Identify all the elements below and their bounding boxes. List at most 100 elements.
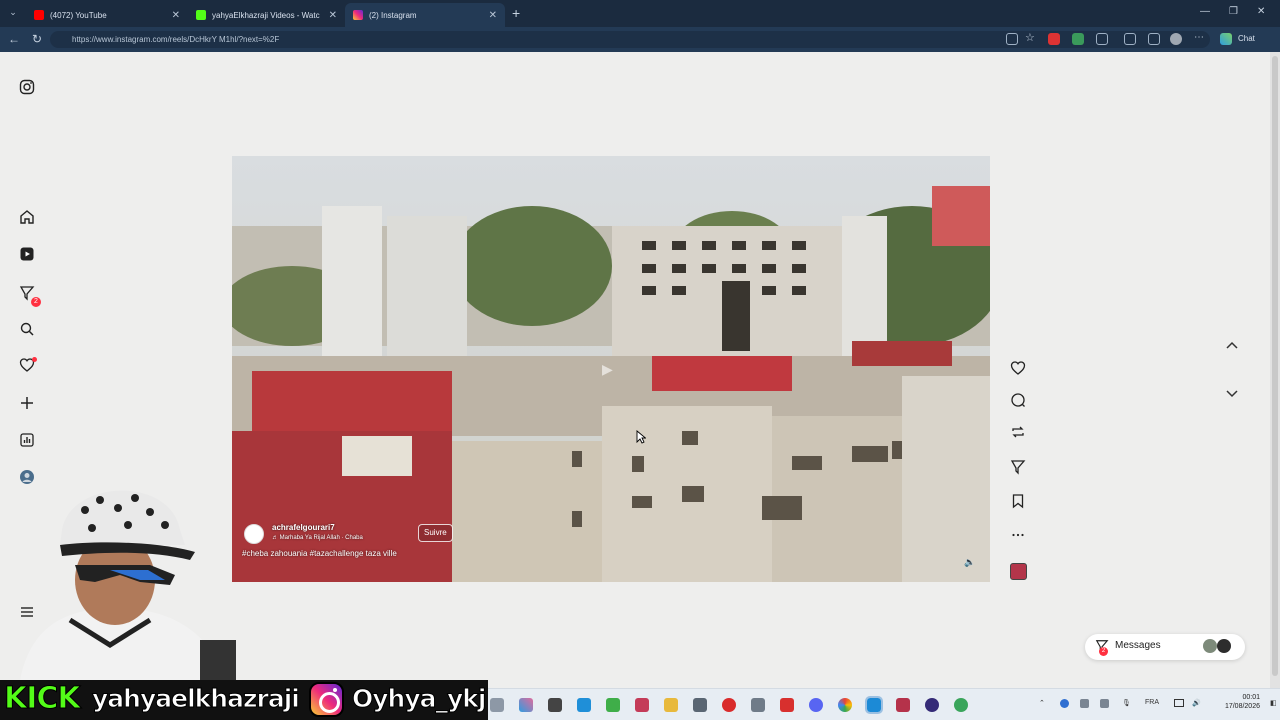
creator-username[interactable]: achrafelgourari7 (272, 523, 335, 532)
instagram-icon (353, 10, 363, 20)
mouse-cursor-icon (636, 430, 646, 444)
network-icon[interactable] (1174, 699, 1184, 707)
favorites-icon[interactable] (1148, 33, 1160, 45)
app-icon[interactable] (954, 698, 968, 712)
open-in-app-icon[interactable] (1006, 33, 1018, 45)
close-icon[interactable]: ✕ (329, 10, 337, 21)
tray-app-icon[interactable] (1100, 699, 1109, 708)
creator-avatar[interactable] (244, 524, 264, 544)
home-icon[interactable] (18, 209, 36, 227)
instagram-icon[interactable] (18, 79, 36, 97)
favorite-star-icon[interactable]: ☆ (1025, 33, 1037, 45)
kick-icon (196, 10, 206, 20)
scrollbar[interactable] (1270, 52, 1280, 688)
close-window-icon[interactable]: ✕ (1257, 6, 1265, 17)
music-title: Marhaba Ya Rijal Allah · Chaba (279, 535, 363, 541)
tab-instagram[interactable]: (2) Instagram ✕ (345, 3, 505, 27)
minimize-icon[interactable]: — (1200, 6, 1210, 17)
app-icon[interactable] (925, 698, 939, 712)
messages-badge: 2 (1099, 647, 1108, 656)
save-icon[interactable] (1010, 493, 1028, 511)
reel-video[interactable]: ▶ achrafelgourari7 ♬ Marhaba Ya Rijal Al… (232, 156, 990, 582)
share-icon[interactable] (1010, 459, 1028, 477)
app-icon[interactable] (751, 698, 765, 712)
avatar (1203, 639, 1217, 653)
app-icon[interactable] (780, 698, 794, 712)
tray-app-icon[interactable] (1080, 699, 1089, 708)
tab-title: (4072) YouTube (50, 10, 107, 20)
clock-date: 17/08/2026 (1224, 703, 1260, 710)
browser-tab-bar: ⌄ (4072) YouTube ✕ yahyaElkhazraji Video… (0, 0, 1280, 27)
app-icon[interactable] (606, 698, 620, 712)
address-bar: ← ↻ https://www.instagram.com/reels/DcHk… (0, 27, 1280, 52)
notifications-icon[interactable] (18, 357, 37, 375)
tray-app-icon[interactable] (1060, 699, 1069, 708)
copilot-icon[interactable] (1220, 33, 1232, 45)
tray-overflow-icon[interactable]: ⌃ (1039, 699, 1045, 707)
extensions-icon[interactable] (1096, 33, 1108, 45)
opera-icon[interactable] (722, 698, 736, 712)
task-view-icon[interactable] (490, 698, 504, 712)
notifications-icon[interactable]: ◧ (1270, 699, 1277, 707)
messages-icon[interactable]: 2 (18, 285, 41, 307)
more-icon[interactable] (1010, 527, 1028, 545)
dashboard-icon[interactable] (18, 432, 36, 450)
edge-icon[interactable] (577, 698, 591, 712)
comment-icon[interactable] (1010, 392, 1028, 410)
language-indicator[interactable]: FRA (1145, 699, 1159, 706)
app-icon[interactable] (693, 698, 707, 712)
edge-active-icon[interactable] (865, 696, 883, 714)
tab-actions-icon[interactable]: ⌄ (6, 7, 20, 21)
extension-icon[interactable] (1072, 33, 1084, 45)
chrome-icon[interactable] (838, 698, 852, 712)
new-tab-button[interactable]: + (512, 5, 520, 21)
app-icon[interactable] (548, 698, 562, 712)
notification-badge: 2 (31, 297, 41, 307)
chat-label[interactable]: Chat (1238, 34, 1255, 43)
scrollbar-thumb[interactable] (1272, 56, 1278, 676)
menu-dots-icon[interactable]: ⋯ (1194, 33, 1206, 45)
play-icon: ▶ (602, 361, 613, 377)
reel-music[interactable]: ♬ Marhaba Ya Rijal Allah · Chaba (272, 535, 363, 541)
clock-time: 00:01 (1242, 694, 1260, 701)
close-icon[interactable]: ✕ (489, 10, 497, 21)
app-icon[interactable] (896, 698, 910, 712)
extension-icon[interactable] (1048, 33, 1060, 45)
microphone-icon[interactable]: 🎙 (1122, 699, 1131, 707)
like-icon[interactable] (1010, 360, 1028, 378)
create-icon[interactable] (18, 395, 36, 413)
kick-handle: yahyaelkhazraji (92, 684, 301, 714)
youtube-icon (34, 10, 44, 20)
tab-youtube[interactable]: (4072) YouTube ✕ (26, 3, 188, 27)
back-icon[interactable]: ← (8, 32, 20, 46)
messages-label: Messages (1115, 640, 1161, 651)
reels-icon[interactable] (18, 246, 36, 264)
app-icon[interactable] (635, 698, 649, 712)
refresh-icon[interactable]: ↻ (32, 32, 42, 46)
file-explorer-icon[interactable] (664, 698, 678, 712)
volume-icon[interactable]: 🔈 (964, 557, 976, 569)
taskbar: ⌃ 🎙 FRA 🔊 ◧ (488, 688, 1280, 720)
notification-dot (32, 357, 37, 362)
messages-button[interactable]: 2 Messages (1085, 634, 1245, 660)
copilot-icon[interactable] (519, 698, 533, 712)
discord-icon[interactable] (809, 698, 823, 712)
webcam-overlay (20, 490, 236, 680)
tab-kick[interactable]: yahyaElkhazraji Videos - Watc ✕ (188, 3, 345, 27)
tab-title: yahyaElkhazraji Videos - Watc (212, 10, 320, 20)
chevron-up-icon[interactable] (1224, 338, 1240, 354)
instagram-logo-icon (309, 682, 344, 717)
follow-button[interactable]: Suivre (418, 524, 453, 542)
profile-avatar-icon[interactable] (1170, 33, 1182, 45)
repost-icon[interactable] (1010, 424, 1028, 442)
reel-caption: #cheba zahouania #tazachallenge taza vil… (242, 549, 397, 558)
kick-logo: KICK (4, 681, 82, 717)
search-icon[interactable] (18, 321, 36, 339)
avatar (1217, 639, 1231, 653)
audio-thumbnail[interactable] (1010, 563, 1027, 580)
close-icon[interactable]: ✕ (172, 10, 180, 21)
maximize-icon[interactable]: ❐ (1229, 6, 1238, 17)
chevron-down-icon[interactable] (1224, 385, 1240, 401)
collections-icon[interactable] (1124, 33, 1136, 45)
taskbar-clock[interactable]: 00:01 17/08/2026 (1200, 693, 1260, 711)
